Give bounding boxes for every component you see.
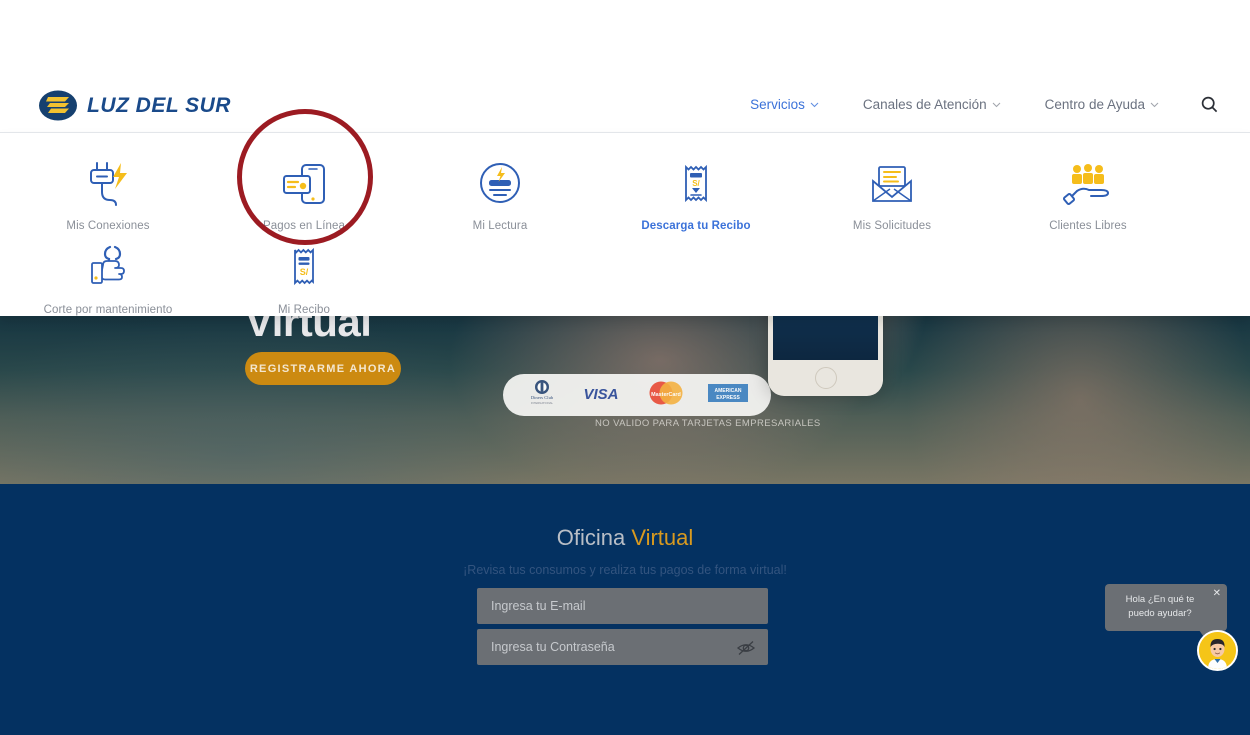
card-phone-icon — [219, 155, 389, 209]
main-nav: Servicios Canales de Atención Centro de … — [728, 96, 1222, 113]
registrarme-ahora-button[interactable]: REGISTRARME AHORA — [245, 352, 401, 385]
page-root: LUZ DEL SUR Servicios Canales de Atenció… — [0, 0, 1250, 735]
mega-label-corte-por-mantenimiento: Corte por mantenimiento — [43, 304, 173, 316]
email-field[interactable] — [477, 588, 768, 624]
hero-banner: Virtual REGISTRARME AHORA Diners Club IN… — [0, 316, 1250, 484]
mega-item-mi-lectura[interactable]: Mi Lectura — [415, 155, 585, 232]
services-mega-menu: Mis Conexiones Pagos en Línea Mi Lectura… — [0, 132, 1250, 316]
password-field[interactable] — [477, 629, 768, 665]
oficina-virtual-title-accent: Virtual — [631, 525, 694, 550]
svg-text:INTERNATIONAL: INTERNATIONAL — [531, 401, 554, 405]
receipt-icon: S/ — [219, 239, 389, 293]
svg-text:VISA: VISA — [584, 386, 619, 402]
mega-label-mi-recibo: Mi Recibo — [277, 304, 331, 316]
mega-label-mis-solicitudes: Mis Solicitudes — [852, 220, 932, 232]
envelope-icon — [807, 155, 977, 209]
svg-text:AMERICAN: AMERICAN — [715, 388, 742, 394]
close-icon[interactable]: ✕ — [1213, 589, 1221, 599]
site-logo[interactable]: LUZ DEL SUR — [38, 90, 231, 121]
chevron-down-icon — [1150, 100, 1159, 110]
hero-title: Virtual — [245, 316, 372, 345]
chat-message: Hola ¿En qué te puedo ayudar? — [1125, 594, 1195, 619]
mega-label-pagos-en-linea: Pagos en Línea — [263, 220, 345, 232]
chat-avatar-icon[interactable] — [1197, 630, 1238, 671]
mega-label-clientes-libres: Clientes Libres — [1049, 220, 1127, 232]
logo-text: LUZ DEL SUR — [87, 93, 231, 117]
svg-text:Diners Club: Diners Club — [531, 395, 554, 400]
people-hand-icon — [1003, 155, 1173, 209]
top-blank-strip — [0, 0, 1250, 75]
mega-item-mis-solicitudes[interactable]: Mis Solicitudes — [807, 155, 977, 232]
chevron-down-icon — [992, 100, 1001, 110]
chevron-down-icon — [810, 100, 819, 110]
hero-phone-mockup: ¿Olvidaste tu contraseña? ¿Eres nuevo us… — [768, 316, 883, 396]
accepted-cards-bar: Diners Club INTERNATIONAL VISA MasterCar… — [503, 374, 771, 416]
svg-text:EXPRESS: EXPRESS — [716, 395, 740, 401]
receipt-download-icon: S/ — [611, 155, 781, 209]
phone-screen: ¿Olvidaste tu contraseña? ¿Eres nuevo us… — [773, 316, 878, 360]
diners-club-logo-icon: Diners Club INTERNATIONAL — [525, 378, 559, 413]
plug-lightning-icon — [23, 155, 193, 209]
svg-text:S/: S/ — [692, 179, 700, 188]
luz-del-sur-logo-icon — [38, 90, 78, 121]
nav-item-centro-de-ayuda[interactable]: Centro de Ayuda — [1023, 97, 1181, 112]
hand-wrench-icon — [23, 239, 193, 293]
nav-label-canales: Canales de Atención — [862, 97, 987, 112]
oficina-virtual-subtitle: ¡Revisa tus consumos y realiza tus pagos… — [463, 563, 787, 577]
nav-item-servicios[interactable]: Servicios — [728, 97, 841, 112]
meter-icon — [415, 155, 585, 209]
phone-home-button — [815, 367, 837, 389]
american-express-logo-icon: AMERICAN EXPRESS — [707, 381, 749, 410]
svg-text:MasterCard: MasterCard — [651, 392, 681, 398]
mega-item-descarga-tu-recibo[interactable]: S/ Descarga tu Recibo — [611, 155, 781, 232]
mega-item-mis-conexiones[interactable]: Mis Conexiones — [23, 155, 193, 232]
mega-item-corte-por-mantenimiento[interactable]: Corte por mantenimiento — [23, 239, 193, 316]
mastercard-logo-icon: MasterCard — [644, 379, 688, 412]
oficina-virtual-title-plain: Oficina — [556, 525, 632, 550]
nav-label-centro-ayuda: Centro de Ayuda — [1044, 97, 1145, 112]
visa-logo-icon: VISA — [578, 384, 624, 407]
mega-item-mi-recibo[interactable]: S/ Mi Recibo — [219, 239, 389, 316]
chat-bubble: Hola ¿En qué te puedo ayudar? ✕ — [1105, 584, 1227, 639]
svg-text:S/: S/ — [300, 267, 309, 277]
eye-off-icon[interactable] — [736, 639, 756, 657]
oficina-virtual-title: Oficina Virtual — [0, 525, 1250, 551]
mega-item-clientes-libres[interactable]: Clientes Libres — [1003, 155, 1173, 232]
search-icon[interactable] — [1181, 96, 1222, 113]
nav-label-servicios: Servicios — [750, 97, 805, 112]
nav-item-canales-de-atencion[interactable]: Canales de Atención — [841, 97, 1023, 112]
mega-label-mis-conexiones: Mis Conexiones — [66, 220, 150, 232]
oficina-virtual-section: Oficina Virtual ¡Revisa tus consumos y r… — [0, 484, 1250, 735]
mega-item-pagos-en-linea[interactable]: Pagos en Línea — [219, 155, 389, 232]
cards-disclaimer: NO VALIDO PARA TARJETAS EMPRESARIALES — [595, 418, 821, 429]
mega-label-mi-lectura: Mi Lectura — [472, 220, 528, 232]
mega-label-descarga-tu-recibo: Descarga tu Recibo — [641, 220, 751, 232]
